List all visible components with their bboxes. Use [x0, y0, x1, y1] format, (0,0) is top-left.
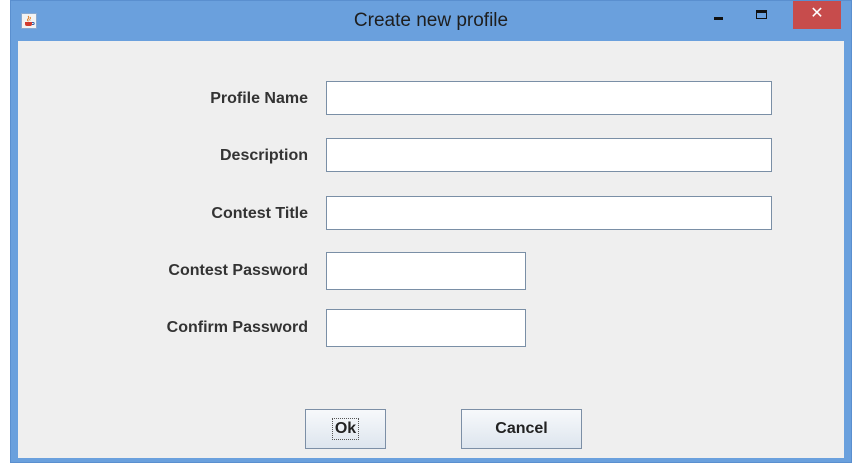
confirm-password-label: Confirm Password [166, 319, 308, 336]
maximize-button[interactable] [748, 1, 778, 29]
profile-name-input[interactable] [326, 81, 772, 115]
title-bar[interactable]: Create new profile ✕ [11, 1, 851, 41]
description-label: Description [219, 147, 308, 164]
description-input[interactable] [326, 138, 772, 172]
dialog-content: Profile Name Description Contest Title C… [18, 41, 844, 458]
contest-title-input[interactable] [326, 196, 772, 230]
cancel-button[interactable]: Cancel [461, 409, 582, 449]
minimize-button[interactable] [703, 1, 733, 29]
profile-name-label: Profile Name [210, 90, 308, 107]
ok-button-label: Ok [331, 418, 360, 440]
contest-title-label: Contest Title [211, 205, 308, 222]
dialog-window: Create new profile ✕ Profile Name Descri… [10, 0, 852, 463]
contest-password-input[interactable] [326, 252, 526, 290]
minimize-icon [714, 17, 723, 20]
contest-password-label: Contest Password [168, 262, 308, 279]
maximize-icon [756, 10, 767, 19]
close-icon: ✕ [810, 5, 824, 22]
close-button[interactable]: ✕ [793, 1, 841, 29]
ok-button[interactable]: Ok [305, 409, 386, 449]
confirm-password-input[interactable] [326, 309, 526, 347]
